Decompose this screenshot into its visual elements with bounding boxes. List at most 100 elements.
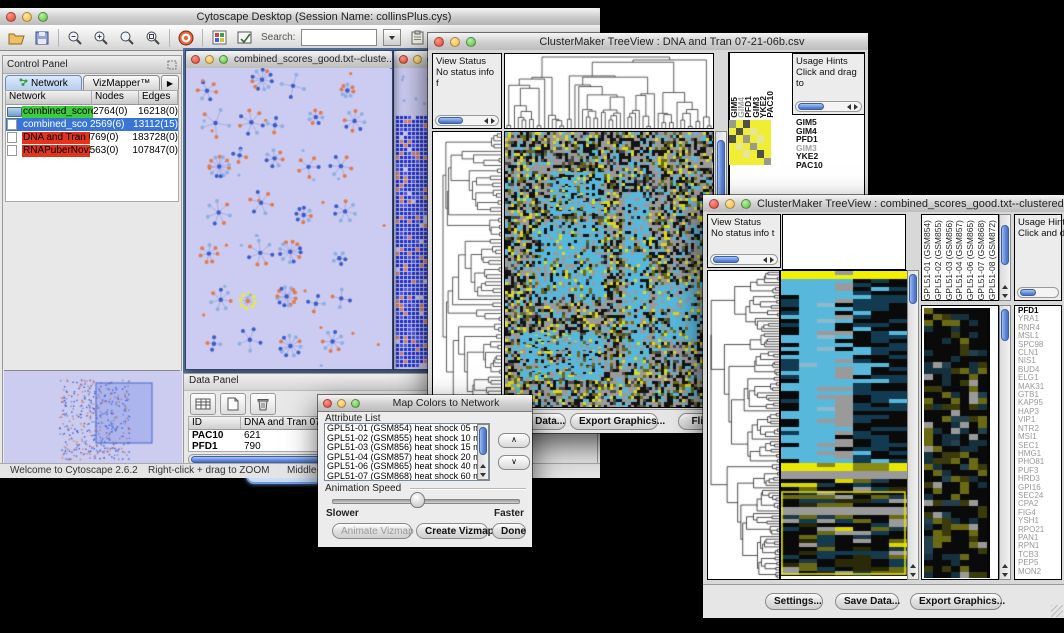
matrix-cell[interactable] [764, 143, 771, 151]
minimize-button[interactable] [450, 37, 460, 47]
view-status-hscrollbar[interactable] [710, 254, 778, 265]
matrix-cell[interactable] [729, 135, 736, 143]
scroll-left-icon[interactable] [484, 118, 488, 124]
move-up-button[interactable]: ∧ [498, 433, 530, 448]
matrix-cell[interactable] [757, 158, 764, 166]
scroll-down-icon[interactable] [1002, 573, 1008, 577]
column-label[interactable]: GPL51-04 (GSM857) [954, 220, 965, 300]
close-button[interactable] [191, 55, 200, 64]
matrix-cell[interactable] [743, 158, 750, 166]
map-dialog-titlebar[interactable]: Map Colors to Network [318, 395, 532, 412]
matrix-cell[interactable] [757, 135, 764, 143]
column-label[interactable]: GPL51-02 (GSM855) [933, 220, 944, 300]
search-dropdown-button[interactable] [383, 29, 401, 46]
close-button[interactable] [399, 55, 408, 64]
network-view-canvas[interactable] [186, 68, 390, 367]
network-overview-panel[interactable] [4, 370, 180, 467]
network-table-row[interactable]: combined_scores 2764(0) 16218(0) [6, 105, 178, 118]
scroll-up-icon[interactable] [1002, 564, 1008, 568]
main-window-titlebar[interactable]: Cytoscape Desktop (Session Name: collins… [0, 8, 600, 26]
treeview-combined-titlebar[interactable]: ClusterMaker TreeView : combined_scores_… [703, 195, 1064, 213]
scrollbar-thumb[interactable] [1001, 225, 1009, 265]
animation-speed-slider-thumb[interactable] [410, 492, 425, 508]
scroll-up-icon[interactable] [1002, 285, 1008, 289]
scrollbar-thumb[interactable] [438, 117, 463, 124]
matrix-cell[interactable] [750, 128, 757, 136]
attribute-listbox[interactable]: GPL51-01 (GSM854) heat shock 05 minGPL51… [324, 423, 490, 481]
treeview-dna-titlebar[interactable]: ClusterMaker TreeView : DNA and Tran 07-… [428, 33, 868, 51]
col-header-nodes[interactable]: Nodes [92, 91, 139, 104]
scroll-up-icon[interactable] [910, 564, 916, 568]
matrix-cell[interactable] [736, 143, 743, 151]
heatmap-panel[interactable] [504, 131, 714, 408]
scroll-right-icon[interactable] [491, 118, 495, 124]
notes-button[interactable] [407, 28, 427, 48]
col-header-id[interactable]: ID [189, 417, 241, 429]
similarity-matrix[interactable] [729, 120, 771, 165]
column-label[interactable]: GPL51-07 (GSM868) [976, 220, 987, 300]
minimize-button[interactable] [413, 55, 422, 64]
scrollbar-thumb[interactable] [909, 274, 917, 304]
matrix-cell[interactable] [736, 158, 743, 166]
matrix-cell[interactable] [743, 150, 750, 158]
gene-label[interactable]: MON2 [1018, 568, 1061, 576]
zoom-out-button[interactable] [65, 28, 85, 48]
scroll-left-icon[interactable] [763, 257, 767, 263]
matrix-cell[interactable] [729, 158, 736, 166]
column-label[interactable]: GPL51-01 (GSM854) [922, 220, 933, 300]
column-label[interactable]: GPL51-03 (GSM856) [944, 220, 955, 300]
save-data-button[interactable]: Save Data... [835, 593, 899, 610]
search-input[interactable] [301, 29, 377, 46]
scroll-right-icon[interactable] [770, 257, 774, 263]
matrix-cell[interactable] [743, 128, 750, 136]
matrix-cell[interactable] [764, 150, 771, 158]
attribute-list-vscrollbar[interactable] [477, 424, 489, 480]
close-button[interactable] [709, 199, 719, 209]
network-table-header[interactable]: Network Nodes Edges [6, 91, 178, 105]
column-labels-vscrollbar[interactable] [999, 214, 1011, 301]
matrix-cell[interactable] [757, 150, 764, 158]
scrollbar-thumb[interactable] [713, 256, 739, 263]
minimize-button[interactable] [22, 12, 32, 22]
zoom-fit-button[interactable] [117, 28, 137, 48]
matrix-cell[interactable] [750, 135, 757, 143]
matrix-cell[interactable] [736, 128, 743, 136]
zoom-heatmap-panel[interactable] [921, 305, 999, 580]
matrix-row-label[interactable]: PAC10 [796, 161, 823, 170]
annotation-button[interactable] [235, 28, 255, 48]
scroll-right-icon[interactable] [854, 104, 858, 110]
export-graphics-button[interactable]: Export Graphics... [570, 413, 658, 430]
help-button[interactable] [176, 28, 196, 48]
matrix-cell[interactable] [750, 150, 757, 158]
zoom-button[interactable] [351, 399, 360, 408]
column-label[interactable]: GPL51-06 (GSM865) [965, 220, 976, 300]
column-label[interactable]: GPL51-08 (GSM872) [987, 220, 998, 300]
matrix-cell[interactable] [750, 143, 757, 151]
matrix-cell[interactable] [736, 135, 743, 143]
zoom-button[interactable] [466, 37, 476, 47]
resize-grip[interactable] [1051, 605, 1063, 617]
zoom-selected-button[interactable] [143, 28, 163, 48]
matrix-cell[interactable] [743, 120, 750, 128]
usage-hints-hscrollbar[interactable] [1017, 287, 1059, 298]
move-down-button[interactable]: ∨ [498, 455, 530, 470]
zoom-button[interactable] [219, 55, 228, 64]
col-header-network[interactable]: Network [6, 91, 92, 104]
zoom-in-button[interactable] [91, 28, 111, 48]
animate-vizmap-button[interactable]: Animate Vizmap [332, 523, 412, 539]
done-button[interactable]: Done [492, 523, 526, 539]
scroll-left-icon[interactable] [847, 104, 851, 110]
scrollbar-thumb[interactable] [1001, 309, 1009, 341]
heatmap-vscrollbar[interactable] [907, 270, 919, 580]
matrix-cell[interactable] [764, 128, 771, 136]
attribute-list-item[interactable]: GPL51-07 (GSM868) heat shock 60 min [327, 472, 489, 481]
row-dendrogram-panel[interactable] [707, 270, 780, 580]
matrix-cell[interactable] [764, 135, 771, 143]
matrix-cell[interactable] [736, 120, 743, 128]
row-dendrogram-canvas[interactable] [433, 132, 501, 407]
matrix-cell[interactable] [757, 120, 764, 128]
scroll-up-icon[interactable] [480, 464, 486, 468]
network-table-row[interactable]: RNAPuberNov2+l 563(0) 107847(0) [6, 144, 178, 157]
new-attribute-button[interactable] [220, 393, 246, 415]
animation-speed-slider-track[interactable] [332, 499, 520, 504]
